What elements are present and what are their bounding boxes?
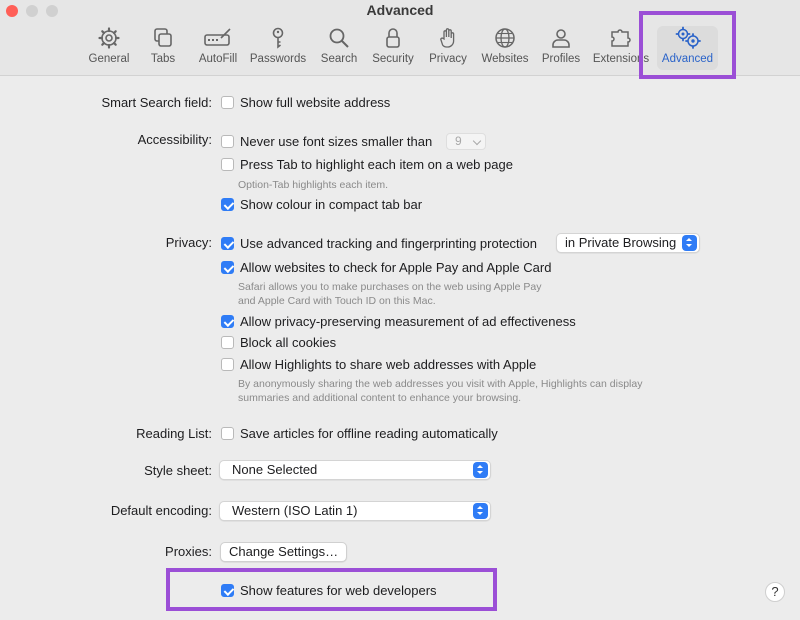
tracking-protection-text: Use advanced tracking and fingerprinting… (240, 236, 538, 251)
person-icon (552, 29, 570, 48)
tab-passwords[interactable]: Passwords (248, 26, 308, 70)
apple-pay-checkbox[interactable] (221, 261, 234, 274)
apple-pay-text: Allow websites to check for Apple Pay an… (240, 260, 552, 275)
min-font-text: Never use font sizes smaller than (240, 134, 433, 149)
preferences-window: Advanced General Tabs AutoFill Passwords… (0, 0, 800, 620)
tab-label: Search (320, 53, 358, 65)
ad-measurement-text: Allow privacy-preserving measurement of … (240, 314, 576, 329)
select-stepper-icon (473, 462, 488, 478)
tab-search[interactable]: Search (318, 26, 360, 70)
ad-measurement-checkbox[interactable] (221, 315, 234, 328)
press-tab-note: Option-Tab highlights each item. (238, 179, 388, 191)
press-tab-checkbox[interactable] (221, 158, 234, 171)
tab-security[interactable]: Security (368, 26, 418, 70)
reading-list-checkbox[interactable] (221, 427, 234, 440)
style-sheet-select[interactable]: None Selected (219, 460, 491, 480)
apple-pay-note-line2: and Apple Card with Touch ID on this Mac… (238, 295, 436, 307)
tracking-protection-checkbox[interactable] (221, 237, 234, 250)
block-cookies-text: Block all cookies (240, 335, 337, 350)
show-full-address-checkbox[interactable] (221, 96, 234, 109)
press-tab-text: Press Tab to highlight each item on a we… (240, 157, 513, 172)
tab-label: AutoFill (198, 53, 238, 65)
hand-icon (440, 28, 455, 48)
highlights-checkbox[interactable] (221, 358, 234, 371)
puzzle-icon (611, 29, 631, 47)
tab-label: Security (372, 53, 414, 65)
tab-privacy[interactable]: Privacy (426, 26, 470, 70)
tab-autofill[interactable]: AutoFill (194, 26, 242, 70)
show-colour-checkbox[interactable] (221, 198, 234, 211)
default-encoding-value: Western (ISO Latin 1) (232, 503, 358, 518)
tracking-protection-value: in Private Browsing (565, 235, 677, 250)
gear-icon (98, 27, 120, 49)
privacy-label: Privacy: (165, 235, 212, 250)
autofill-icon (204, 28, 231, 46)
accessibility-label: Accessibility: (137, 132, 212, 147)
tab-label: Tabs (150, 53, 176, 65)
min-font-checkbox[interactable] (221, 135, 234, 148)
apple-pay-note-line1: Safari allows you to make purchases on t… (238, 281, 542, 293)
default-encoding-label: Default encoding: (110, 503, 212, 518)
chevron-down-icon (472, 136, 482, 146)
reading-list-text: Save articles for offline reading automa… (240, 426, 498, 441)
developer-features-highlight (166, 568, 497, 611)
block-cookies-checkbox[interactable] (221, 336, 234, 349)
tab-label: Privacy (429, 53, 467, 65)
style-sheet-value: None Selected (232, 462, 318, 477)
tab-label: Passwords (249, 53, 307, 65)
tabs-icon (154, 28, 172, 47)
tab-label: General (88, 53, 130, 65)
tab-profiles[interactable]: Profiles (538, 26, 584, 70)
globe-icon (495, 28, 515, 48)
tracking-protection-select[interactable]: in Private Browsing (556, 233, 700, 253)
show-colour-text: Show colour in compact tab bar (240, 197, 423, 212)
show-full-address-text: Show full website address (240, 95, 391, 110)
proxies-label: Proxies: (165, 544, 212, 559)
select-stepper-icon (682, 235, 697, 251)
help-button[interactable]: ? (765, 582, 785, 602)
style-sheet-label: Style sheet: (144, 463, 212, 478)
min-font-size-select[interactable]: 9 (446, 133, 486, 150)
reading-list-label: Reading List: (136, 426, 212, 441)
highlights-note-line2: summaries and additional content to enha… (238, 392, 522, 404)
tab-label: Websites (481, 53, 529, 65)
change-settings-button[interactable]: Change Settings… (220, 542, 348, 562)
smart-search-label: Smart Search field: (101, 95, 212, 110)
tab-tabs[interactable]: Tabs (143, 26, 183, 70)
tab-label: Profiles (541, 53, 581, 65)
search-icon (329, 28, 349, 48)
highlights-note-line1: By anonymously sharing the web addresses… (238, 378, 643, 390)
highlights-text: Allow Highlights to share web addresses … (240, 357, 537, 372)
tab-websites[interactable]: Websites (478, 26, 532, 70)
advanced-tab-highlight (639, 11, 736, 79)
select-stepper-icon (473, 503, 488, 519)
min-font-size-value: 9 (455, 134, 462, 148)
lock-icon (386, 28, 400, 48)
default-encoding-select[interactable]: Western (ISO Latin 1) (219, 501, 491, 521)
key-icon (272, 27, 284, 49)
tab-general[interactable]: General (84, 26, 134, 70)
